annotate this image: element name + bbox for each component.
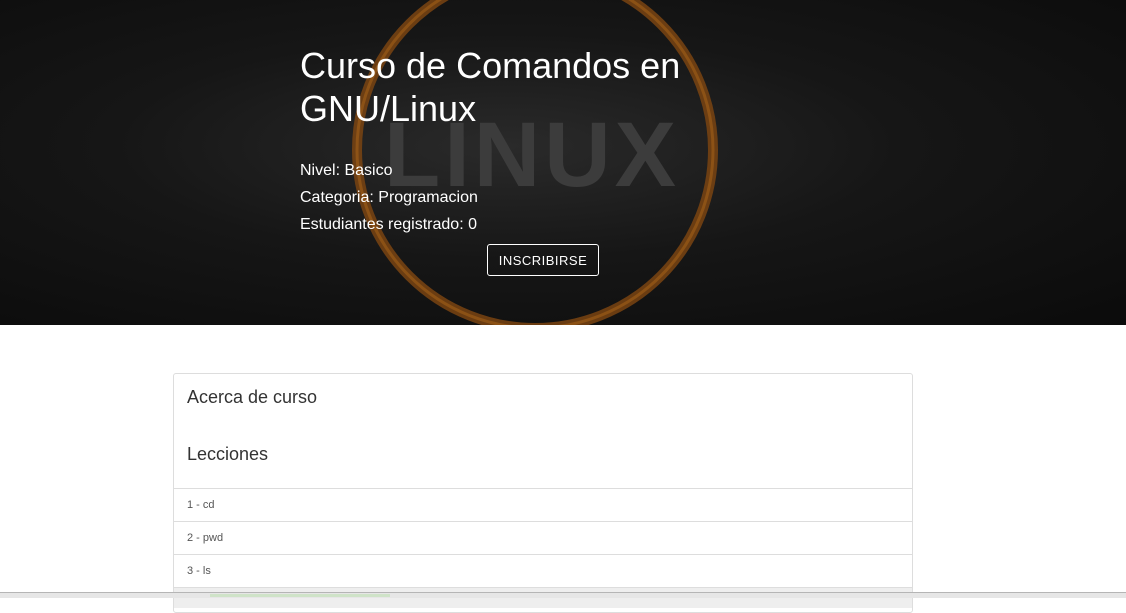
course-header: Curso de Comandos en GNU/Linux [300, 44, 800, 130]
course-title: Curso de Comandos en GNU/Linux [300, 45, 681, 129]
course-category: Categoria: Programacion [300, 189, 478, 206]
lesson-list: 1 - cd 2 - pwd 3 - ls [174, 488, 912, 608]
lesson-item[interactable]: 2 - pwd [174, 521, 912, 554]
course-meta: Nivel: Basico Categoria: Programacion Es… [300, 157, 478, 238]
lessons-heading: Lecciones [187, 444, 269, 464]
course-level: Nivel: Basico [300, 162, 393, 179]
lesson-item[interactable]: 1 - cd [174, 488, 912, 521]
lesson-item[interactable]: 3 - ls [174, 554, 912, 587]
browser-bottom-bar [0, 592, 1126, 598]
course-details-panel: Acerca de curso Lecciones 1 - cd 2 - pwd… [173, 373, 913, 613]
enroll-button[interactable]: INSCRIBIRSE [487, 244, 599, 276]
about-course-heading: Acerca de curso [187, 387, 318, 407]
course-hero-banner: LINUX Curso de Comandos en GNU/Linux Niv… [0, 0, 1126, 325]
course-students-count: Estudiantes registrado: 0 [300, 216, 477, 233]
